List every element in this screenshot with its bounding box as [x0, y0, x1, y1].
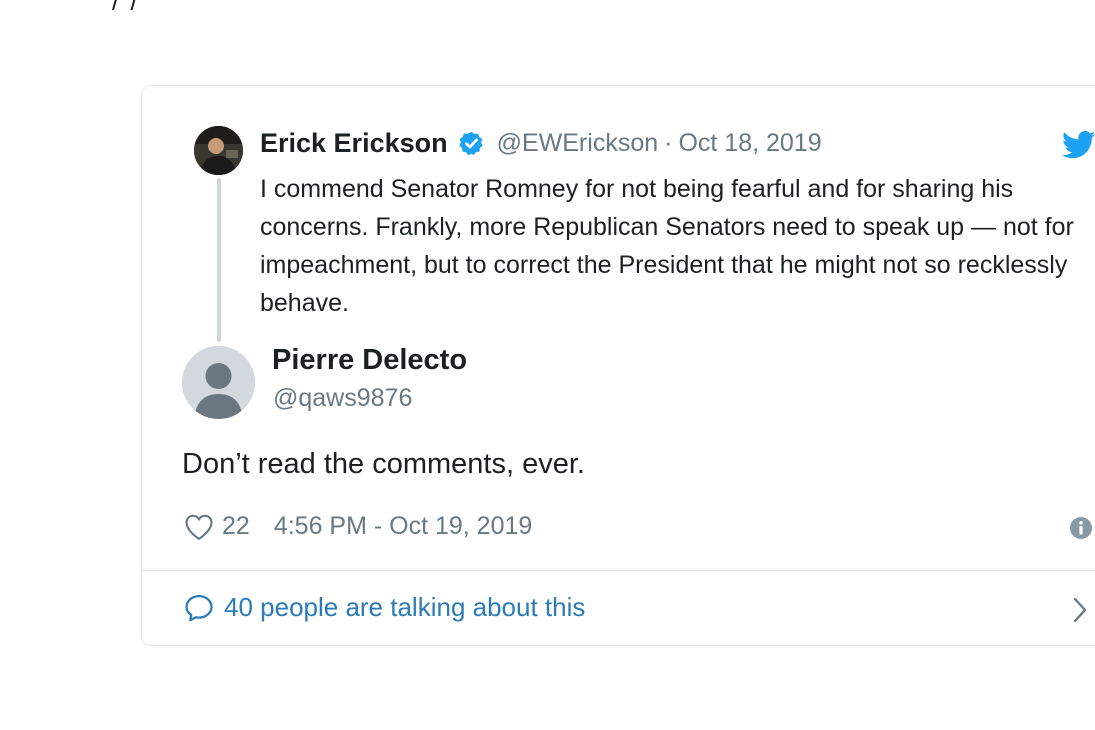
- conversation-count-text[interactable]: 40 people are talking about this: [224, 592, 585, 623]
- info-icon[interactable]: [1069, 516, 1093, 540]
- tweet-timestamp[interactable]: 4:56 PM - Oct 19, 2019: [274, 512, 532, 541]
- parent-author-name[interactable]: Erick Erickson: [260, 128, 448, 159]
- parent-tweet-text: I commend Senator Romney for not being f…: [260, 175, 1074, 317]
- tweet-meta-row: 22 4:56 PM - Oct 19, 2019: [184, 512, 532, 541]
- twitter-bird-icon[interactable]: [1061, 130, 1095, 160]
- tweet-text: Don’t read the comments, ever.: [182, 448, 585, 480]
- verified-badge-icon: [458, 130, 485, 157]
- parent-author-handle[interactable]: @EWErickson: [497, 129, 659, 158]
- parent-tweet-date[interactable]: Oct 18, 2019: [678, 129, 821, 158]
- speech-bubble-icon: [184, 593, 214, 623]
- author-name[interactable]: Pierre Delecto: [272, 344, 467, 377]
- author-handle[interactable]: @qaws9876: [273, 384, 412, 413]
- like-count[interactable]: 22: [222, 512, 250, 541]
- heart-icon[interactable]: [184, 513, 214, 541]
- card-divider: [142, 570, 1095, 571]
- parent-author-avatar[interactable]: [194, 126, 243, 175]
- parent-tweet-header: Erick Erickson @EWErickson · Oct 18, 201…: [260, 128, 822, 159]
- chevron-right-icon[interactable]: [1070, 596, 1090, 624]
- author-avatar[interactable]: [182, 346, 255, 419]
- header-separator: ·: [664, 129, 673, 157]
- previous-text-fragment: / /: [112, 0, 140, 16]
- thread-connector-line: [217, 178, 221, 342]
- conversation-link[interactable]: 40 people are talking about this: [184, 592, 585, 623]
- embedded-tweet-card[interactable]: Erick Erickson @EWErickson · Oct 18, 201…: [141, 85, 1095, 646]
